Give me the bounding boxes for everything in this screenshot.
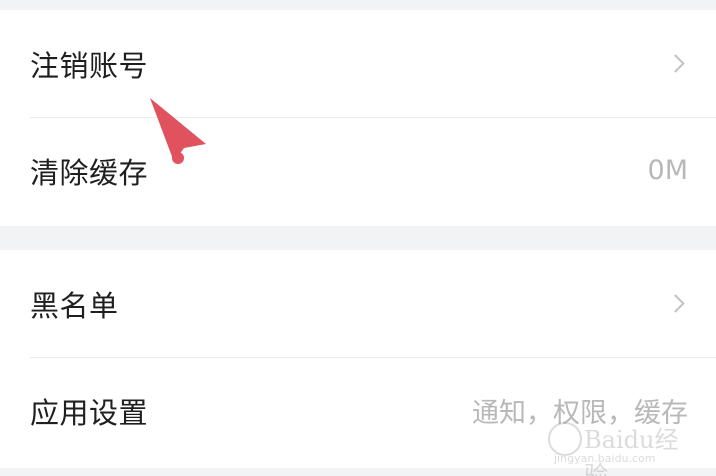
deactivate-account-row[interactable]: 注销账号 bbox=[0, 10, 716, 117]
chevron-right-icon bbox=[666, 54, 685, 73]
row-label: 黑名单 bbox=[30, 288, 119, 323]
clear-cache-row[interactable]: 清除缓存 0M bbox=[0, 117, 716, 224]
paw-logo-icon bbox=[548, 422, 582, 456]
watermark-subtext: jingyan.baidu.com bbox=[554, 452, 656, 465]
row-label: 注销账号 bbox=[30, 48, 149, 83]
row-label: 清除缓存 bbox=[30, 155, 149, 190]
chevron-right-icon bbox=[666, 294, 685, 313]
blacklist-row[interactable]: 黑名单 bbox=[0, 250, 716, 357]
settings-group-account: 注销账号 清除缓存 0M bbox=[0, 10, 716, 226]
cache-size-value: 0M bbox=[647, 155, 688, 186]
settings-screen: 注销账号 清除缓存 0M 黑名单 应用设置 通知，权限，缓存 Baidu经验 j… bbox=[0, 0, 716, 476]
pointer-arrow-icon bbox=[150, 98, 206, 164]
watermark: Baidu经验 jingyan.baidu.com bbox=[548, 418, 698, 476]
watermark-text: Baidu经验 bbox=[584, 426, 679, 476]
row-label: 应用设置 bbox=[30, 395, 149, 430]
